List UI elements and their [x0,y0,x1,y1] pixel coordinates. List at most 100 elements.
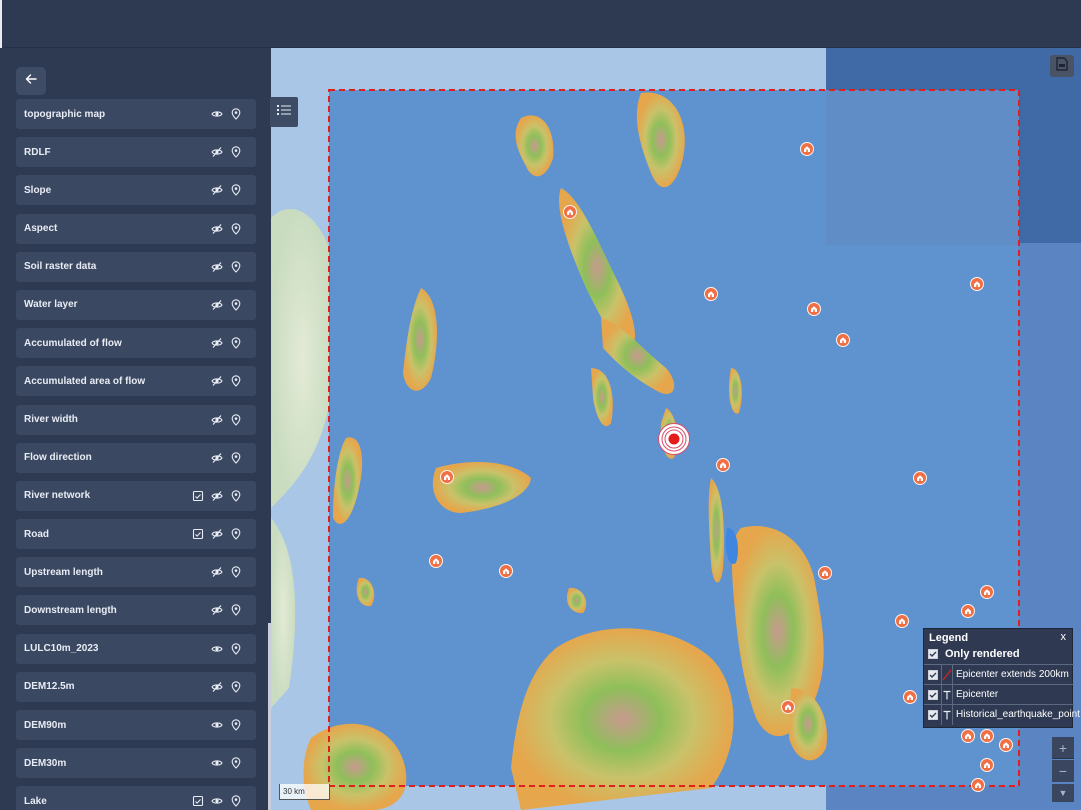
attribute-table-icon[interactable] [191,795,204,808]
layer-label: Slope [24,184,52,196]
earthquake-point-marker[interactable] [807,302,821,316]
visibility-off-icon[interactable] [210,298,223,311]
locate-pin-icon[interactable] [229,680,242,693]
attribute-table-icon[interactable] [191,489,204,502]
visibility-off-icon[interactable] [210,413,223,426]
house-icon [974,281,980,287]
layer-item[interactable]: Upstream length [16,557,256,588]
visibility-icon[interactable] [210,795,223,808]
layer-item[interactable]: Aspect [16,213,256,244]
layer-item[interactable]: DEM30m [16,748,256,779]
visibility-off-icon[interactable] [210,604,223,617]
visibility-icon[interactable] [210,642,223,655]
earthquake-point-marker[interactable] [971,778,985,792]
layer-item[interactable]: Downstream length [16,595,256,626]
locate-pin-icon[interactable] [229,757,242,770]
zoom-in-button[interactable]: + [1052,737,1074,759]
legend-entry-label: Historical_earthquake_point [956,709,1080,720]
locate-pin-icon[interactable] [229,146,242,159]
attribute-table-icon[interactable] [191,528,204,541]
locate-pin-icon[interactable] [229,451,242,464]
zoom-out-button[interactable]: − [1052,760,1074,782]
earthquake-point-marker[interactable] [961,729,975,743]
layer-item[interactable]: topographic map [16,99,256,129]
visibility-off-icon[interactable] [210,337,223,350]
visibility-icon[interactable] [210,108,223,121]
earthquake-point-marker[interactable] [800,142,814,156]
layer-item[interactable]: DEM12.5m [16,671,256,702]
layer-item[interactable]: RDLF [16,137,256,168]
locate-pin-icon[interactable] [229,108,242,121]
earthquake-point-marker[interactable] [895,614,909,628]
visibility-off-icon[interactable] [210,528,223,541]
visibility-off-icon[interactable] [210,451,223,464]
legend-entry-checkbox[interactable] [928,669,938,680]
visibility-icon[interactable] [210,719,223,732]
earthquake-point-marker[interactable] [781,700,795,714]
visibility-off-icon[interactable] [210,566,223,579]
earthquake-point-marker[interactable] [970,277,984,291]
earthquake-point-marker[interactable] [836,333,850,347]
locate-pin-icon[interactable] [229,642,242,655]
layer-actions [191,519,242,549]
locate-pin-icon[interactable] [229,184,242,197]
layer-item[interactable]: Lake [16,786,256,810]
locate-pin-icon[interactable] [229,719,242,732]
locate-pin-icon[interactable] [229,260,242,273]
layer-item[interactable]: DEM90m [16,710,256,740]
locate-pin-icon[interactable] [229,795,242,808]
earthquake-point-marker[interactable] [980,585,994,599]
locate-pin-icon[interactable] [229,528,242,541]
earthquake-point-marker[interactable] [980,758,994,772]
back-button[interactable] [16,67,46,95]
visibility-off-icon[interactable] [210,222,223,235]
visibility-off-icon[interactable] [210,260,223,273]
visibility-off-icon[interactable] [210,489,223,502]
legend-entry-checkbox[interactable] [928,709,938,720]
layer-item[interactable]: River network [16,480,256,511]
earthquake-point-marker[interactable] [903,690,917,704]
layer-label: Aspect [24,223,58,235]
only-rendered-checkbox[interactable] [928,649,938,659]
layer-item[interactable]: Slope [16,175,256,206]
earthquake-point-marker[interactable] [563,205,577,219]
locate-pin-icon[interactable] [229,413,242,426]
earthquake-point-marker[interactable] [716,458,730,472]
epicenter-marker[interactable] [657,422,691,456]
earthquake-point-marker[interactable] [961,604,975,618]
legend-close-button[interactable]: x [1061,631,1067,643]
earthquake-point-marker[interactable] [818,566,832,580]
locate-pin-icon[interactable] [229,604,242,617]
layer-item[interactable]: Flow direction [16,442,256,473]
print-button[interactable] [1050,55,1074,77]
layer-item[interactable]: Soil raster data [16,251,256,282]
locate-pin-icon[interactable] [229,375,242,388]
layer-item[interactable]: Water layer [16,289,256,320]
layer-item[interactable]: Accumulated of flow [16,328,256,359]
locate-pin-icon[interactable] [229,298,242,311]
earthquake-point-marker[interactable] [913,471,927,485]
visibility-off-icon[interactable] [210,184,223,197]
visibility-icon[interactable] [210,757,223,770]
earthquake-point-marker[interactable] [429,554,443,568]
layer-item[interactable]: Road [16,519,256,550]
locate-pin-icon[interactable] [229,566,242,579]
legend-entry-checkbox[interactable] [928,689,938,700]
visibility-off-icon[interactable] [210,146,223,159]
earthquake-point-marker[interactable] [999,738,1013,752]
earthquake-point-marker[interactable] [440,470,454,484]
map-scroll-down-button[interactable]: ▼ [1052,784,1074,802]
earthquake-point-marker[interactable] [704,287,718,301]
layer-item[interactable]: River width [16,404,256,435]
visibility-off-icon[interactable] [210,375,223,388]
earthquake-point-marker[interactable] [980,729,994,743]
layer-actions [210,557,242,587]
locate-pin-icon[interactable] [229,489,242,502]
visibility-off-icon[interactable] [210,680,223,693]
layer-item[interactable]: Accumulated area of flow [16,366,256,397]
locate-pin-icon[interactable] [229,222,242,235]
earthquake-point-marker[interactable] [499,564,513,578]
layer-item[interactable]: LULC10m_2023 [16,633,256,664]
locate-pin-icon[interactable] [229,337,242,350]
toc-list-button[interactable] [270,97,298,127]
